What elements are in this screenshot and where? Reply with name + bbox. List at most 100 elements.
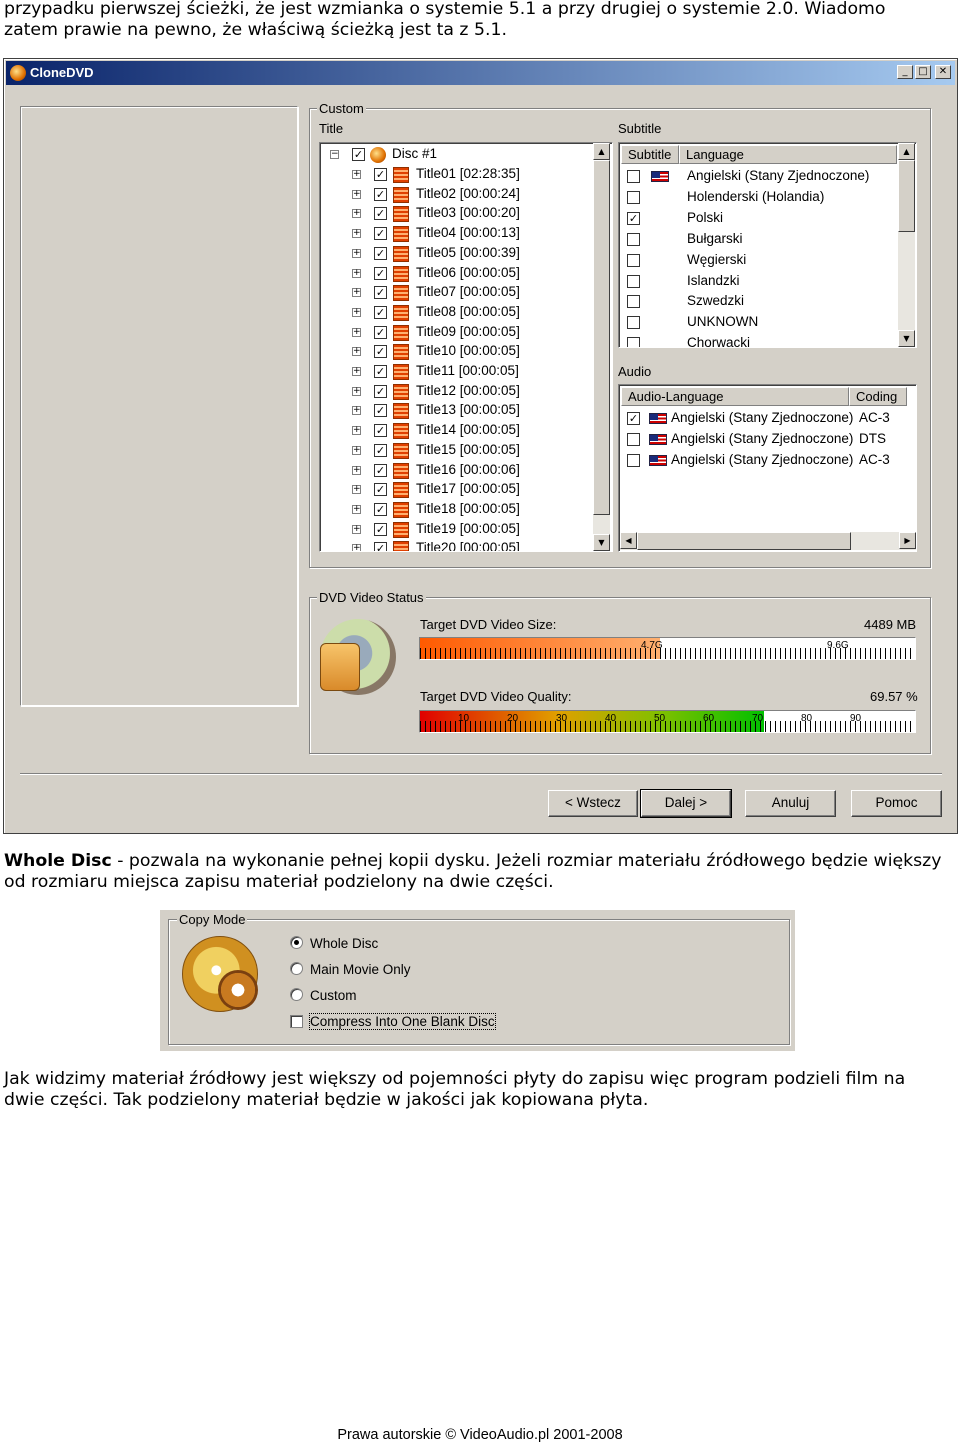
copy-mode-radio[interactable] xyxy=(290,962,303,975)
help-button[interactable]: Pomoc xyxy=(851,790,942,817)
expand-icon[interactable]: + xyxy=(352,485,361,495)
title-checkbox[interactable]: ✓ xyxy=(374,325,387,339)
tree-title-row[interactable]: + ✓ Title20 [00:00:05] xyxy=(320,539,590,551)
audio-checkbox[interactable] xyxy=(627,454,640,467)
minimize-icon[interactable]: _ xyxy=(897,65,913,79)
scroll-thumb[interactable] xyxy=(898,160,915,232)
subtitle-row[interactable]: Angielski (Stany Zjednoczone) xyxy=(619,166,909,187)
subtitle-checkbox[interactable] xyxy=(627,170,640,183)
compress-checkbox[interactable] xyxy=(290,1015,303,1028)
subtitle-checkbox[interactable]: ✓ xyxy=(627,211,640,225)
subtitle-row[interactable]: ✓ Polski xyxy=(619,208,909,229)
tree-title-row[interactable]: + ✓ Title03 [00:00:20] xyxy=(320,204,590,224)
expand-icon[interactable]: + xyxy=(352,386,361,396)
audio-list[interactable]: Audio-Language Coding ✓ Angielski (Stany … xyxy=(618,384,917,552)
scroll-down-icon[interactable]: ▼ xyxy=(593,534,610,551)
expand-icon[interactable]: + xyxy=(352,307,361,317)
back-button[interactable]: < Wstecz xyxy=(548,790,638,817)
copy-mode-option-label[interactable]: Main Movie Only xyxy=(310,962,411,977)
tree-title-row[interactable]: + ✓ Title05 [00:00:39] xyxy=(320,244,590,264)
title-checkbox[interactable]: ✓ xyxy=(374,522,387,536)
subtitle-checkbox[interactable] xyxy=(627,274,640,288)
disc-checkbox[interactable]: ✓ xyxy=(352,148,365,161)
subtitle-checkbox[interactable] xyxy=(627,316,640,330)
scroll-up-icon[interactable]: ▲ xyxy=(898,143,915,160)
title-checkbox[interactable]: ✓ xyxy=(374,404,387,418)
tree-title-row[interactable]: + ✓ Title13 [00:00:05] xyxy=(320,401,590,421)
subtitle-checkbox[interactable] xyxy=(627,190,640,204)
audio-checkbox[interactable]: ✓ xyxy=(627,412,640,425)
tree-title-row[interactable]: + ✓ Title08 [00:00:05] xyxy=(320,303,590,323)
title-checkbox[interactable]: ✓ xyxy=(374,345,387,359)
audio-col-language[interactable]: Audio-Language xyxy=(621,387,849,406)
tree-title-row[interactable]: + ✓ Title04 [00:00:13] xyxy=(320,224,590,244)
copy-mode-option-label[interactable]: Custom xyxy=(310,988,357,1003)
subtitle-row[interactable]: Szwedzki xyxy=(619,291,909,312)
expand-icon[interactable]: + xyxy=(352,465,361,475)
title-checkbox[interactable]: ✓ xyxy=(374,483,387,497)
copy-mode-radio[interactable] xyxy=(290,936,303,949)
title-bar[interactable]: CloneDVD _ □ ✕ xyxy=(6,61,955,85)
expand-icon[interactable]: + xyxy=(352,268,361,278)
tree-title-row[interactable]: + ✓ Title06 [00:00:05] xyxy=(320,264,590,284)
subtitle-row[interactable]: UNKNOWN xyxy=(619,312,909,333)
audio-row[interactable]: Angielski (Stany Zjednoczone) AC-3 xyxy=(619,450,909,471)
title-checkbox[interactable]: ✓ xyxy=(374,266,387,280)
compress-label[interactable]: Compress Into One Blank Disc xyxy=(309,1013,496,1030)
title-checkbox[interactable]: ✓ xyxy=(374,542,387,551)
copy-mode-radio[interactable] xyxy=(290,988,303,1001)
tree-disc-row[interactable]: − ✓ Disc #1 xyxy=(320,145,590,165)
subtitle-row[interactable]: Węgierski xyxy=(619,250,909,271)
audio-hscrollbar[interactable]: ◀ ▶ xyxy=(620,532,916,550)
expand-icon[interactable]: + xyxy=(352,406,361,416)
tree-title-row[interactable]: + ✓ Title17 [00:00:05] xyxy=(320,480,590,500)
scroll-thumb[interactable] xyxy=(637,532,851,550)
title-checkbox[interactable]: ✓ xyxy=(374,227,387,241)
expand-icon[interactable]: + xyxy=(352,288,361,298)
subtitle-scrollbar[interactable]: ▲ ▼ xyxy=(898,143,915,347)
expand-icon[interactable]: + xyxy=(352,189,361,199)
audio-col-coding[interactable]: Coding xyxy=(849,387,907,406)
scroll-down-icon[interactable]: ▼ xyxy=(898,330,915,347)
tree-title-row[interactable]: + ✓ Title01 [02:28:35] xyxy=(320,165,590,185)
tree-title-row[interactable]: + ✓ Title10 [00:00:05] xyxy=(320,342,590,362)
subtitle-checkbox[interactable] xyxy=(627,295,640,309)
tree-title-row[interactable]: + ✓ Title16 [00:00:06] xyxy=(320,461,590,481)
expand-icon[interactable]: + xyxy=(352,347,361,357)
expand-icon[interactable]: + xyxy=(352,524,361,534)
maximize-icon[interactable]: □ xyxy=(915,65,931,79)
expand-icon[interactable]: + xyxy=(352,544,361,551)
title-checkbox[interactable]: ✓ xyxy=(374,384,387,398)
expand-icon[interactable]: + xyxy=(352,504,361,514)
tree-title-row[interactable]: + ✓ Title09 [00:00:05] xyxy=(320,323,590,343)
scroll-right-icon[interactable]: ▶ xyxy=(899,532,916,549)
subtitle-col-language[interactable]: Language xyxy=(679,145,897,164)
scroll-thumb[interactable] xyxy=(593,160,610,515)
copy-mode-option-label[interactable]: Whole Disc xyxy=(310,936,378,951)
title-tree[interactable]: − ✓ Disc #1 + ✓ Title01 [02:28:35] + ✓ Title0… xyxy=(319,142,613,552)
tree-title-row[interactable]: + ✓ Title11 [00:00:05] xyxy=(320,362,590,382)
tree-title-row[interactable]: + ✓ Title15 [00:00:05] xyxy=(320,441,590,461)
subtitle-list[interactable]: Subtitle Language Angielski (Stany Zjedn… xyxy=(618,142,917,348)
subtitle-row[interactable]: Chorwacki xyxy=(619,333,909,347)
expand-icon[interactable]: + xyxy=(352,229,361,239)
tree-title-row[interactable]: + ✓ Title02 [00:00:24] xyxy=(320,185,590,205)
expand-icon[interactable]: + xyxy=(352,426,361,436)
subtitle-checkbox[interactable] xyxy=(627,253,640,267)
title-checkbox[interactable]: ✓ xyxy=(374,502,387,516)
title-tree-scrollbar[interactable]: ▲ ▼ xyxy=(593,143,610,551)
close-icon[interactable]: ✕ xyxy=(935,65,951,79)
subtitle-col-subtitle[interactable]: Subtitle xyxy=(621,145,679,164)
expand-icon[interactable]: + xyxy=(352,248,361,258)
tree-title-row[interactable]: + ✓ Title12 [00:00:05] xyxy=(320,382,590,402)
subtitle-checkbox[interactable] xyxy=(627,337,640,347)
title-checkbox[interactable]: ✓ xyxy=(374,365,387,378)
tree-title-row[interactable]: + ✓ Title18 [00:00:05] xyxy=(320,500,590,520)
audio-row[interactable]: ✓ Angielski (Stany Zjednoczone) AC-3 xyxy=(619,408,909,429)
subtitle-row[interactable]: Islandzki xyxy=(619,271,909,292)
title-checkbox[interactable]: ✓ xyxy=(374,207,387,221)
scroll-up-icon[interactable]: ▲ xyxy=(593,143,610,160)
title-checkbox[interactable]: ✓ xyxy=(374,286,387,300)
audio-checkbox[interactable] xyxy=(627,433,640,446)
expand-icon[interactable]: + xyxy=(352,209,361,219)
